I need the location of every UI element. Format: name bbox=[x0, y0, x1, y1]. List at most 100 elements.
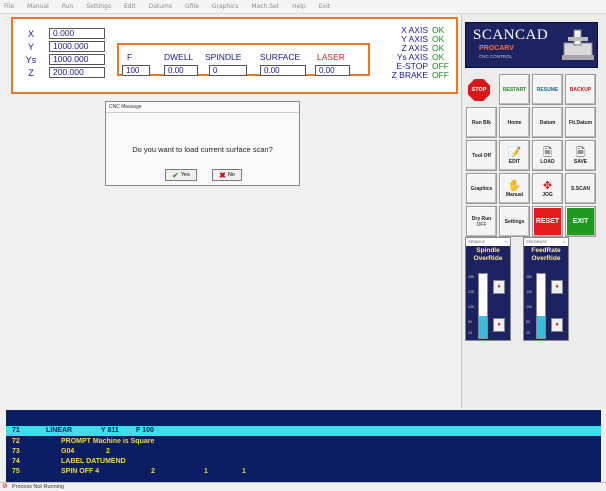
dry-run-button[interactable]: Dry Run OFF bbox=[466, 206, 497, 237]
save-label: SAVE bbox=[573, 158, 588, 165]
gauge-tick: 125 bbox=[468, 290, 474, 294]
spindle-field[interactable]: 0 bbox=[209, 65, 247, 76]
gcode-line[interactable]: 74 LABEL DATUMEND bbox=[6, 457, 601, 467]
load-button[interactable]: 🗎 LOAD bbox=[532, 140, 563, 171]
axis-value-x[interactable]: 0.000 bbox=[49, 28, 105, 39]
home-button[interactable]: Home bbox=[499, 107, 530, 138]
spindle-override-tab[interactable]: SPINDLE × bbox=[466, 238, 510, 246]
gauge-tab-label: FEEDRATE bbox=[526, 239, 548, 244]
dwell-field[interactable]: 0.00 bbox=[164, 65, 198, 76]
axis-row-x: X 0.000 bbox=[13, 27, 105, 40]
axis-readout-panel: X 0.000 Y 1000.000 Ys 1000.000 Z 200.000… bbox=[11, 17, 458, 94]
home-label: Home bbox=[507, 119, 522, 126]
backup-button[interactable]: BACKUP bbox=[565, 74, 596, 105]
gauge-title-line2: OverRide bbox=[473, 255, 503, 262]
axis-value-z[interactable]: 200.000 bbox=[49, 67, 105, 78]
close-icon[interactable]: × bbox=[505, 238, 507, 246]
increase-button[interactable]: ♦ bbox=[551, 280, 563, 294]
dialog-message: Do you want to load current surface scan… bbox=[132, 145, 273, 154]
dwell-label: DWELL bbox=[164, 52, 194, 62]
line-number: 71 bbox=[12, 427, 20, 434]
axis-label: X bbox=[27, 28, 34, 39]
dialog-title: CNC Message bbox=[106, 102, 299, 113]
menu-graphics[interactable]: Graphics bbox=[212, 3, 239, 10]
no-label: No bbox=[227, 172, 235, 178]
graphics-button[interactable]: Graphics bbox=[466, 173, 497, 204]
surface-field[interactable]: 0.00 bbox=[260, 65, 306, 76]
gcode-line[interactable]: 75 SPIN OFF 4 2 1 1 bbox=[6, 467, 601, 477]
f-field[interactable]: 100 bbox=[122, 65, 150, 76]
axis-value-y[interactable]: 1000.000 bbox=[49, 41, 105, 52]
feedrate-override-slider[interactable] bbox=[536, 273, 546, 339]
sscan-button[interactable]: S.SCAN bbox=[565, 173, 596, 204]
save-button[interactable]: 🗎 SAVE bbox=[565, 140, 596, 171]
edit-button[interactable]: 📝 EDIT bbox=[499, 140, 530, 171]
dry-run-state: OFF bbox=[476, 221, 487, 228]
gauge-title-line2: OverRide bbox=[531, 255, 561, 262]
tool-off-button[interactable]: Tool Off bbox=[466, 140, 497, 171]
error-icon: ⊘ bbox=[2, 483, 8, 490]
gauge-tick: 50 bbox=[468, 320, 472, 324]
axis-label: Y bbox=[27, 41, 34, 52]
scancad-logo: SCANCAD PROCARV CNC CONTROL bbox=[465, 22, 598, 68]
gcode-listing[interactable]: 71 LINEAR Y 811 F 100 72 PROMPT Machine … bbox=[6, 410, 601, 482]
gcode-line[interactable]: 73 G04 2 bbox=[6, 447, 601, 457]
restart-label: RESTART bbox=[502, 86, 527, 93]
jog-arrows-icon: ✥ bbox=[542, 179, 553, 192]
gauge-tick: 150 bbox=[468, 275, 474, 279]
resume-button[interactable]: RESUME bbox=[532, 74, 563, 105]
reset-button[interactable]: RESET bbox=[532, 206, 563, 237]
hand-icon: ✋ bbox=[507, 179, 522, 192]
status-value: OFF bbox=[432, 70, 449, 80]
settings-button[interactable]: Settings bbox=[499, 206, 530, 237]
laser-label: LASER bbox=[317, 52, 345, 62]
gcode-command: LABEL DATUMEND bbox=[61, 458, 126, 465]
menu-run[interactable]: Run bbox=[62, 3, 74, 10]
axis-value-ys[interactable]: 1000.000 bbox=[49, 54, 105, 65]
axis-label: Z bbox=[28, 67, 34, 78]
laser-field[interactable]: 0.00 bbox=[315, 65, 350, 76]
process-status: Process Not Running bbox=[12, 484, 64, 490]
menu-help[interactable]: Help bbox=[292, 3, 306, 10]
axis-row-z: Z 200.000 bbox=[13, 66, 105, 79]
gcode-line[interactable]: 71 LINEAR Y 811 F 100 bbox=[6, 426, 601, 436]
menu-manual[interactable]: Manual bbox=[27, 3, 49, 10]
menu-gfile[interactable]: Gfile bbox=[185, 3, 199, 10]
feedrate-override-tab[interactable]: FEEDRATE × bbox=[524, 238, 568, 246]
no-button[interactable]: ✖ No bbox=[212, 169, 242, 181]
manual-button[interactable]: ✋ Manual bbox=[499, 173, 530, 204]
gauge-fill bbox=[537, 315, 545, 338]
exit-button[interactable]: EXIT bbox=[565, 206, 596, 237]
menu-file[interactable]: File bbox=[4, 3, 14, 10]
run-block-button[interactable]: Run Blk bbox=[466, 107, 497, 138]
close-icon[interactable]: × bbox=[563, 238, 565, 246]
gcode-line[interactable]: 72 PROMPT Machine is Square bbox=[6, 437, 601, 447]
fit-datum-button[interactable]: Fit.Datum bbox=[565, 107, 596, 138]
increase-button[interactable]: ♦ bbox=[493, 280, 505, 294]
menu-mach-set[interactable]: Mach.Set bbox=[251, 3, 279, 10]
line-number: 72 bbox=[12, 438, 20, 445]
gauge-tab-label: SPINDLE bbox=[468, 239, 486, 244]
menu-datums[interactable]: Datums bbox=[149, 3, 172, 10]
checkmark-icon: ✔ bbox=[172, 170, 179, 180]
datum-button[interactable]: Datum bbox=[532, 107, 563, 138]
feedrate-override-window: FEEDRATE × FeedRate OverRide 150 125 100 5… bbox=[523, 237, 569, 341]
logo-title: SCANCAD bbox=[473, 27, 549, 43]
menu-settings[interactable]: Settings bbox=[86, 3, 111, 10]
gcode-arg: 2 bbox=[151, 468, 155, 475]
spindle-override-slider[interactable] bbox=[478, 273, 488, 339]
yes-button[interactable]: ✔ Yes bbox=[165, 169, 197, 181]
restart-button[interactable]: RESTART bbox=[499, 74, 530, 105]
axis-row-ys: Ys 1000.000 bbox=[13, 53, 105, 66]
menu-exit[interactable]: Exit bbox=[319, 3, 330, 10]
gauge-fill bbox=[479, 315, 487, 338]
jog-button[interactable]: ✥ JOG bbox=[532, 173, 563, 204]
decrease-button[interactable]: ♦ bbox=[551, 318, 563, 332]
fit-datum-label: Fit.Datum bbox=[568, 119, 593, 126]
datum-label: Datum bbox=[539, 119, 556, 126]
load-label: LOAD bbox=[540, 158, 555, 165]
menu-edit[interactable]: Edit bbox=[124, 3, 136, 10]
stop-label: STOP bbox=[471, 87, 487, 93]
axis-row-y: Y 1000.000 bbox=[13, 40, 105, 53]
decrease-button[interactable]: ♦ bbox=[493, 318, 505, 332]
